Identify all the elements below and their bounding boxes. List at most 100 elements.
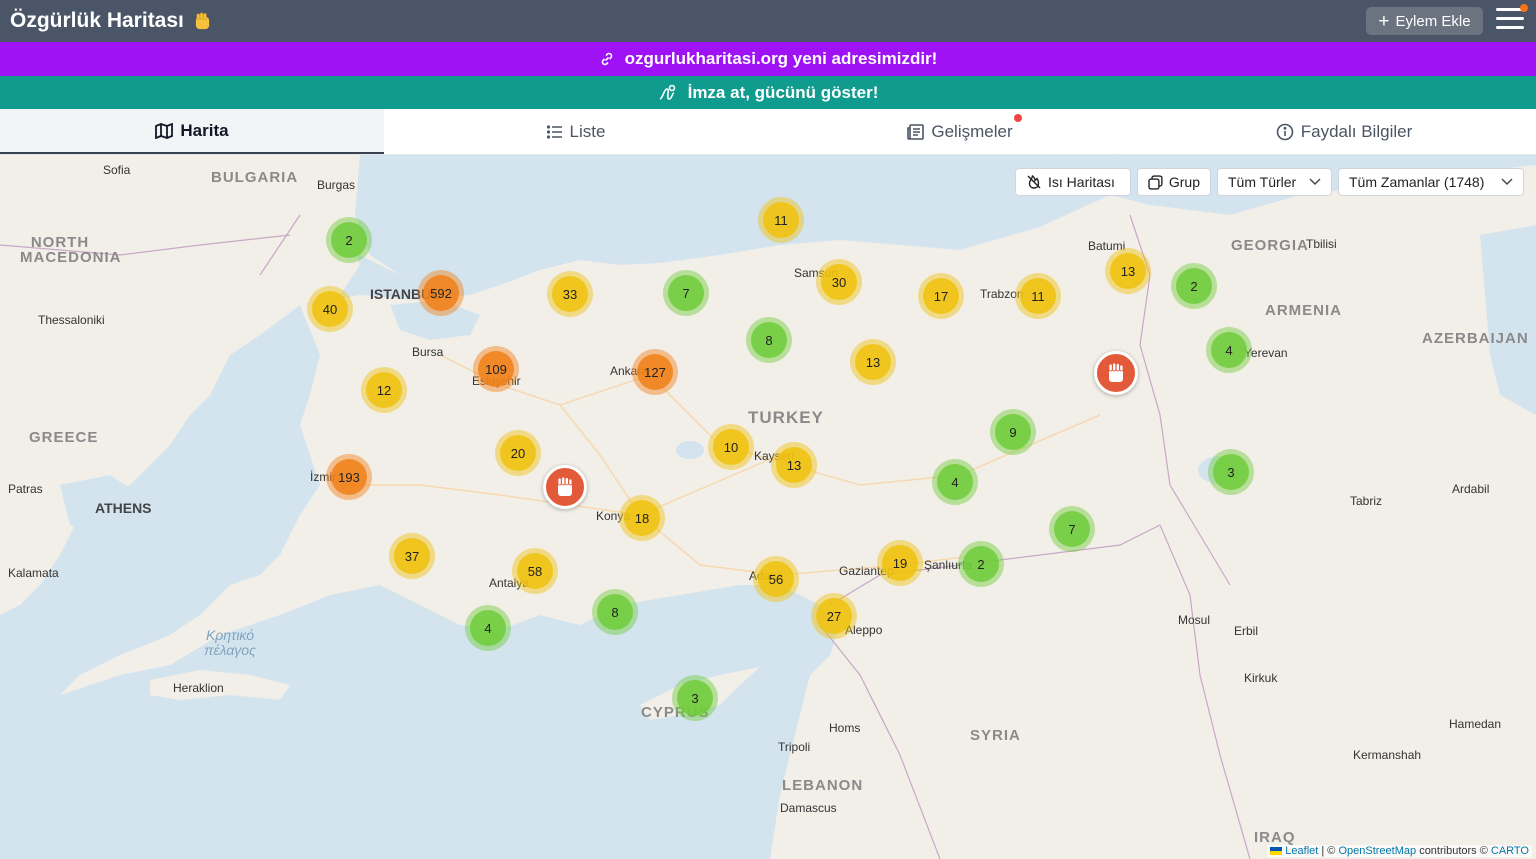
- cluster-count: 56: [758, 561, 794, 597]
- type-select[interactable]: Tüm Türler: [1217, 168, 1332, 196]
- marker-cluster[interactable]: 127: [632, 349, 678, 395]
- tab-info-label: Faydalı Bilgiler: [1300, 121, 1413, 141]
- cluster-count: 2: [331, 222, 367, 258]
- app-title[interactable]: Özgürlük Haritası: [10, 9, 212, 33]
- cluster-count: 2: [963, 546, 999, 582]
- cluster-count: 4: [470, 610, 506, 646]
- marker-cluster[interactable]: 9: [990, 409, 1036, 455]
- app-title-text: Özgürlük Haritası: [10, 9, 184, 32]
- label-north-macedonia: NORTH MACEDONIA: [20, 234, 122, 266]
- marker-cluster[interactable]: 17: [918, 273, 964, 319]
- marker-cluster[interactable]: 37: [389, 533, 435, 579]
- label-iraq: IRAQ: [1254, 829, 1296, 846]
- label-ardabil: Ardabil: [1452, 482, 1490, 496]
- marker-cluster[interactable]: 30: [816, 259, 862, 305]
- cluster-count: 3: [1213, 454, 1249, 490]
- marker-cluster[interactable]: 2: [958, 541, 1004, 587]
- protest-marker[interactable]: [1094, 351, 1138, 395]
- leaflet-link[interactable]: Leaflet: [1285, 845, 1318, 857]
- marker-cluster[interactable]: 18: [619, 495, 665, 541]
- cluster-count: 12: [366, 372, 402, 408]
- cluster-count: 11: [1020, 278, 1056, 314]
- tab-info[interactable]: Faydalı Bilgiler: [1152, 109, 1536, 154]
- cluster-count: 18: [624, 500, 660, 536]
- marker-cluster[interactable]: 56: [753, 556, 799, 602]
- marker-cluster[interactable]: 10: [708, 424, 754, 470]
- marker-cluster[interactable]: 8: [746, 317, 792, 363]
- tab-map[interactable]: Harita: [0, 109, 384, 154]
- map-view[interactable]: BULGARIA NORTH MACEDONIA GREECE TURKEY G…: [0, 155, 1536, 859]
- time-select-value: Tüm Zamanlar (1748): [1349, 174, 1485, 190]
- cluster-count: 11: [763, 202, 799, 238]
- cluster-count: 4: [937, 464, 973, 500]
- marker-cluster[interactable]: 40: [307, 286, 353, 332]
- marker-cluster[interactable]: 19: [877, 540, 923, 586]
- marker-cluster[interactable]: 4: [1206, 327, 1252, 373]
- list-icon: [546, 124, 562, 139]
- news-icon: [907, 123, 925, 140]
- label-azerbaijan: AZERBAIJAN: [1422, 330, 1529, 347]
- marker-cluster[interactable]: 13: [850, 339, 896, 385]
- label-erbil: Erbil: [1234, 624, 1259, 638]
- tab-news[interactable]: Gelişmeler: [768, 109, 1152, 154]
- map-basemap[interactable]: [0, 155, 1536, 859]
- tab-map-label: Harita: [180, 120, 229, 140]
- add-action-label: Eylem Ekle: [1395, 12, 1471, 30]
- info-icon: [1276, 123, 1294, 140]
- add-action-button[interactable]: + Eylem Ekle: [1366, 7, 1483, 35]
- label-kermanshah: Kermanshah: [1353, 748, 1422, 762]
- tab-bar: Harita Liste Gelişmeler Faydalı Bilgiler: [0, 109, 1536, 155]
- marker-cluster[interactable]: 8: [592, 589, 638, 635]
- cluster-count: 13: [776, 447, 812, 483]
- carto-link[interactable]: CARTO: [1491, 845, 1529, 857]
- marker-cluster[interactable]: 2: [1171, 263, 1217, 309]
- marker-cluster[interactable]: 193: [326, 454, 372, 500]
- flame-off-icon: [1027, 174, 1041, 189]
- cluster-count: 592: [423, 275, 459, 311]
- petition-banner[interactable]: İmza at, gücünü göster!: [0, 76, 1536, 110]
- new-address-banner[interactable]: ozgurlukharitasi.org yeni adresimizdir!: [0, 42, 1536, 76]
- notification-dot: [1520, 4, 1528, 12]
- marker-cluster[interactable]: 109: [473, 346, 519, 392]
- time-select[interactable]: Tüm Zamanlar (1748): [1338, 168, 1524, 196]
- cluster-count: 37: [394, 538, 430, 574]
- cluster-count: 193: [331, 459, 367, 495]
- group-toggle[interactable]: Grup: [1137, 168, 1211, 196]
- tab-news-label: Gelişmeler: [931, 121, 1013, 141]
- cluster-count: 27: [816, 598, 852, 634]
- label-thessaloniki: Thessaloniki: [38, 313, 105, 327]
- marker-cluster[interactable]: 58: [512, 548, 558, 594]
- marker-cluster[interactable]: 3: [672, 675, 718, 721]
- label-patras: Patras: [8, 482, 43, 496]
- label-homs: Homs: [829, 721, 861, 735]
- marker-cluster[interactable]: 13: [771, 442, 817, 488]
- raised-fist-icon: [1108, 362, 1124, 382]
- osm-link[interactable]: OpenStreetMap: [1338, 845, 1416, 857]
- label-tripoli: Tripoli: [778, 740, 811, 754]
- cluster-count: 20: [500, 435, 536, 471]
- heatmap-toggle[interactable]: Isı Haritası: [1015, 168, 1131, 196]
- label-bulgaria: BULGARIA: [211, 169, 299, 186]
- cluster-count: 127: [637, 354, 673, 390]
- marker-cluster[interactable]: 7: [663, 270, 709, 316]
- label-turkey: TURKEY: [748, 408, 824, 427]
- cluster-count: 17: [923, 278, 959, 314]
- marker-cluster[interactable]: 4: [465, 605, 511, 651]
- marker-cluster[interactable]: 4: [932, 459, 978, 505]
- tab-list[interactable]: Liste: [384, 109, 768, 154]
- marker-cluster[interactable]: 11: [1015, 273, 1061, 319]
- marker-cluster[interactable]: 2: [326, 217, 372, 263]
- marker-cluster[interactable]: 11: [758, 197, 804, 243]
- marker-cluster[interactable]: 20: [495, 430, 541, 476]
- protest-marker[interactable]: [543, 465, 587, 509]
- marker-cluster[interactable]: 12: [361, 367, 407, 413]
- marker-cluster[interactable]: 7: [1049, 506, 1095, 552]
- hamburger-menu-button[interactable]: [1496, 4, 1528, 32]
- marker-cluster[interactable]: 3: [1208, 449, 1254, 495]
- chevron-down-icon: [1309, 178, 1321, 185]
- marker-cluster[interactable]: 592: [418, 270, 464, 316]
- marker-cluster[interactable]: 13: [1105, 248, 1151, 294]
- marker-cluster[interactable]: 27: [811, 593, 857, 639]
- marker-cluster[interactable]: 33: [547, 271, 593, 317]
- copy-icon: [1148, 174, 1163, 190]
